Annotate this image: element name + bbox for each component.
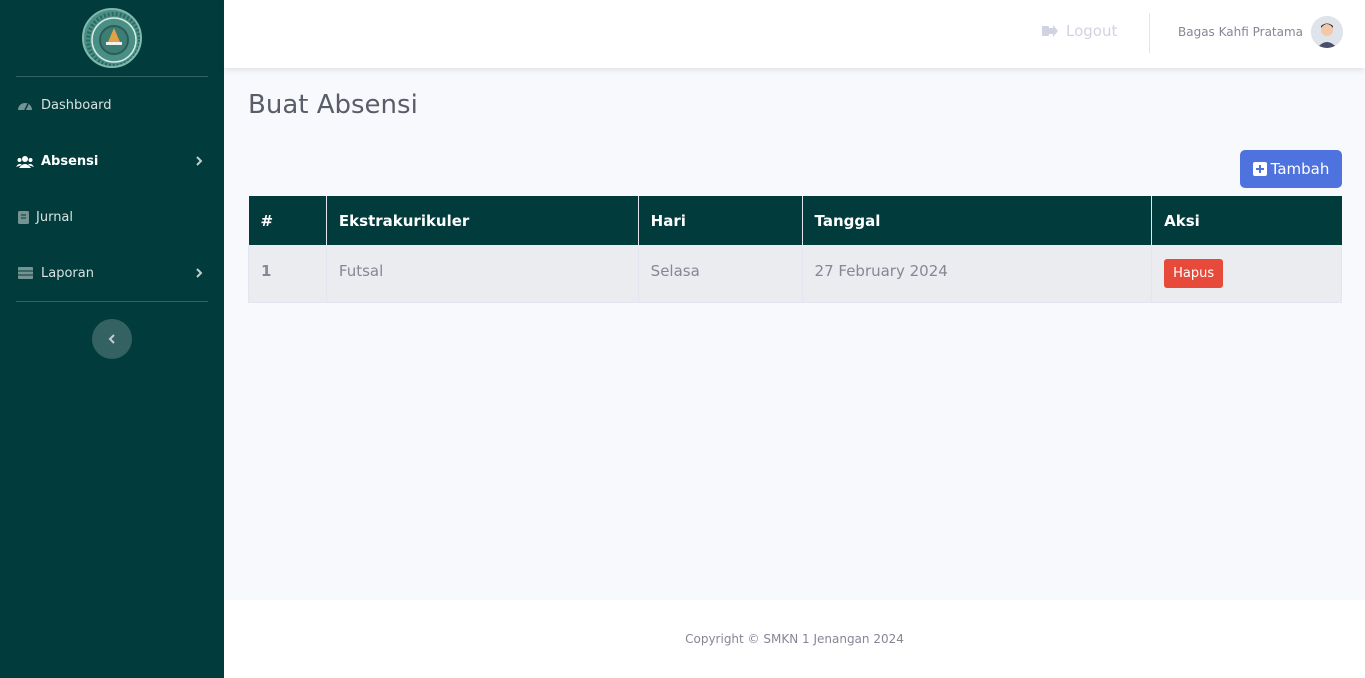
attendance-table: # Ekstrakurikuler Hari Tanggal Aksi 1 Fu… [248, 196, 1342, 303]
chevron-right-icon [192, 266, 206, 280]
copyright-text: Copyright © SMKN 1 Jenangan 2024 [685, 632, 904, 646]
sidebar-item-label: Dashboard [41, 97, 112, 113]
sidebar-item-laporan[interactable]: Laporan [0, 245, 224, 301]
table-row: 1 Futsal Selasa 27 February 2024 Hapus [248, 245, 1342, 303]
page-title: Buat Absensi [248, 90, 418, 120]
topbar-divider [1149, 13, 1150, 53]
logout-link[interactable]: Logout [1042, 22, 1117, 40]
sidebar-item-jurnal[interactable]: Jurnal [0, 189, 224, 245]
column-header-ekstrakurikuler: Ekstrakurikuler [326, 196, 639, 245]
user-name: Bagas Kahfi Pratama [1178, 25, 1304, 39]
sidebar-item-dashboard[interactable]: Dashboard [0, 77, 224, 133]
cell-tanggal: 27 February 2024 [802, 245, 1153, 303]
cell-ekstrakurikuler: Futsal [326, 245, 639, 303]
topbar: Logout Bagas Kahfi Pratama [224, 0, 1365, 68]
sidebar-item-label: Absensi [41, 153, 99, 169]
logo-area [0, 0, 224, 76]
delete-button[interactable]: Hapus [1164, 259, 1224, 288]
avatar [1311, 16, 1344, 48]
sidebar-toggle-area [0, 302, 224, 359]
school-emblem-icon[interactable] [82, 8, 142, 68]
book-icon [16, 210, 30, 224]
column-header-tanggal: Tanggal [802, 196, 1153, 245]
logout-label: Logout [1066, 22, 1118, 40]
sidebar: Dashboard Absensi Jurnal Laporan [0, 0, 224, 678]
gauge-icon [16, 98, 34, 112]
cell-hari: Selasa [638, 245, 803, 303]
sidebar-item-absensi[interactable]: Absensi [0, 133, 224, 189]
plus-square-icon [1252, 162, 1267, 176]
cell-number: 1 [248, 245, 327, 303]
add-button-label: Tambah [1270, 160, 1330, 178]
sign-out-icon [1042, 24, 1058, 38]
user-menu[interactable]: Bagas Kahfi Pratama [1178, 16, 1344, 48]
sidebar-item-label: Jurnal [36, 209, 74, 225]
column-header-number: # [248, 196, 327, 245]
column-header-aksi: Aksi [1151, 196, 1342, 245]
footer: Copyright © SMKN 1 Jenangan 2024 [224, 600, 1365, 678]
table-header-row: # Ekstrakurikuler Hari Tanggal Aksi [248, 196, 1342, 245]
chevron-left-icon [107, 330, 117, 349]
column-header-hari: Hari [638, 196, 803, 245]
sidebar-item-label: Laporan [41, 265, 94, 281]
cell-aksi: Hapus [1151, 245, 1342, 303]
users-icon [16, 154, 34, 168]
add-button[interactable]: Tambah [1240, 150, 1342, 188]
table-icon [16, 266, 34, 280]
chevron-right-icon [192, 154, 206, 168]
sidebar-toggle-button[interactable] [92, 319, 132, 359]
